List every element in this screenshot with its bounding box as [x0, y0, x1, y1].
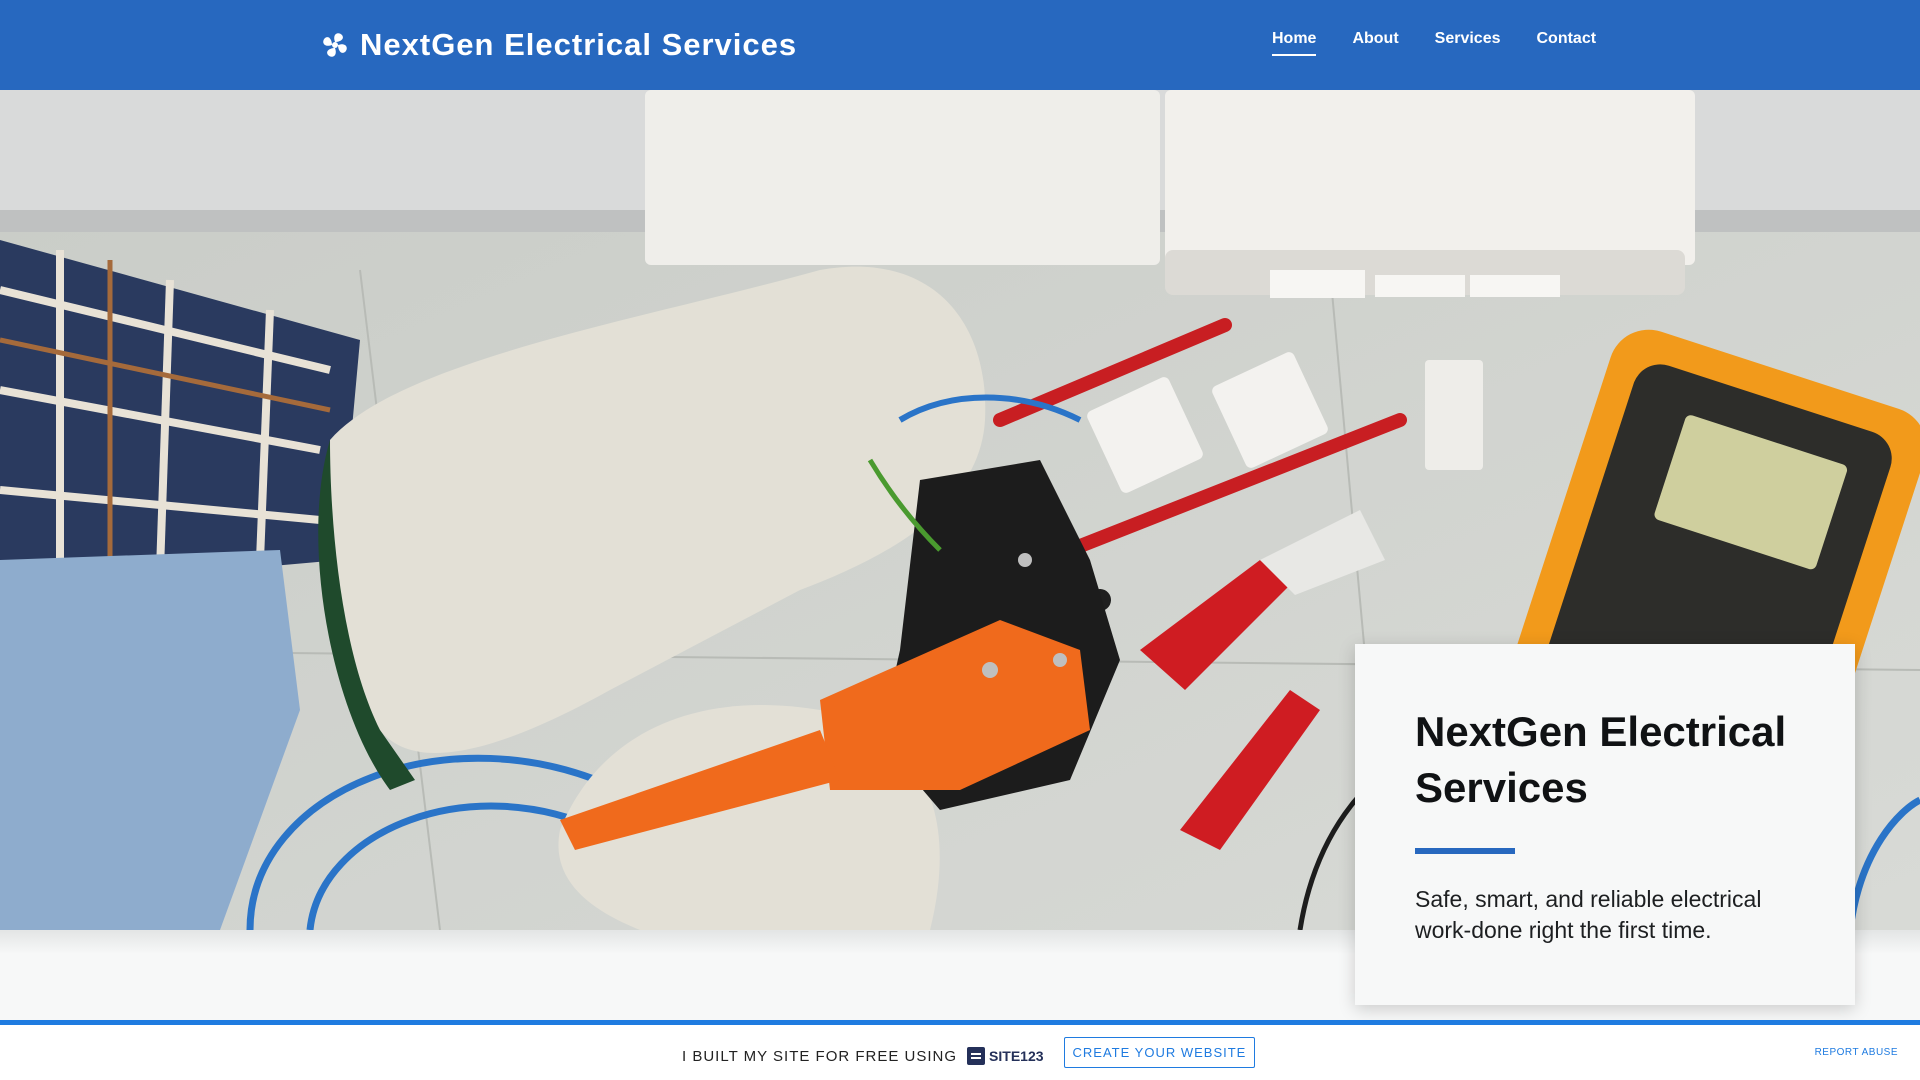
report-abuse-link[interactable]: REPORT ABUSE	[1815, 1047, 1898, 1058]
site123-logo-text: SITE123	[989, 1048, 1044, 1064]
nav-about[interactable]: About	[1352, 30, 1398, 56]
promo-group: I BUILT MY SITE FOR FREE USING SITE123 C…	[682, 1037, 1256, 1068]
brand-name: NextGen Electrical Services	[360, 27, 798, 62]
site123-mark-icon	[967, 1047, 986, 1065]
brand-link[interactable]: NextGen Electrical Services	[320, 24, 797, 66]
nav-services[interactable]: Services	[1435, 30, 1501, 56]
title-divider	[1415, 848, 1515, 854]
hero-info-card: NextGen Electrical Services Safe, smart,…	[1355, 644, 1855, 1005]
site123-logo[interactable]: SITE123	[967, 1047, 1044, 1065]
site123-promo-bar: I BUILT MY SITE FOR FREE USING SITE123 C…	[0, 1020, 1920, 1080]
hero-subtitle: Safe, smart, and reliable electrical wor…	[1415, 886, 1762, 943]
nav-home[interactable]: Home	[1272, 30, 1317, 56]
hero-title: NextGen Electrical Services	[1415, 708, 1787, 811]
nav-contact[interactable]: Contact	[1537, 30, 1597, 56]
site-header: NextGen Electrical Services Home About S…	[0, 0, 1920, 90]
create-website-button[interactable]: CREATE YOUR WEBSITE	[1063, 1037, 1256, 1068]
fan-logo-icon	[323, 33, 347, 57]
main-nav: Home About Services Contact	[1272, 30, 1632, 56]
promo-text: I BUILT MY SITE FOR FREE USING	[682, 1047, 958, 1065]
